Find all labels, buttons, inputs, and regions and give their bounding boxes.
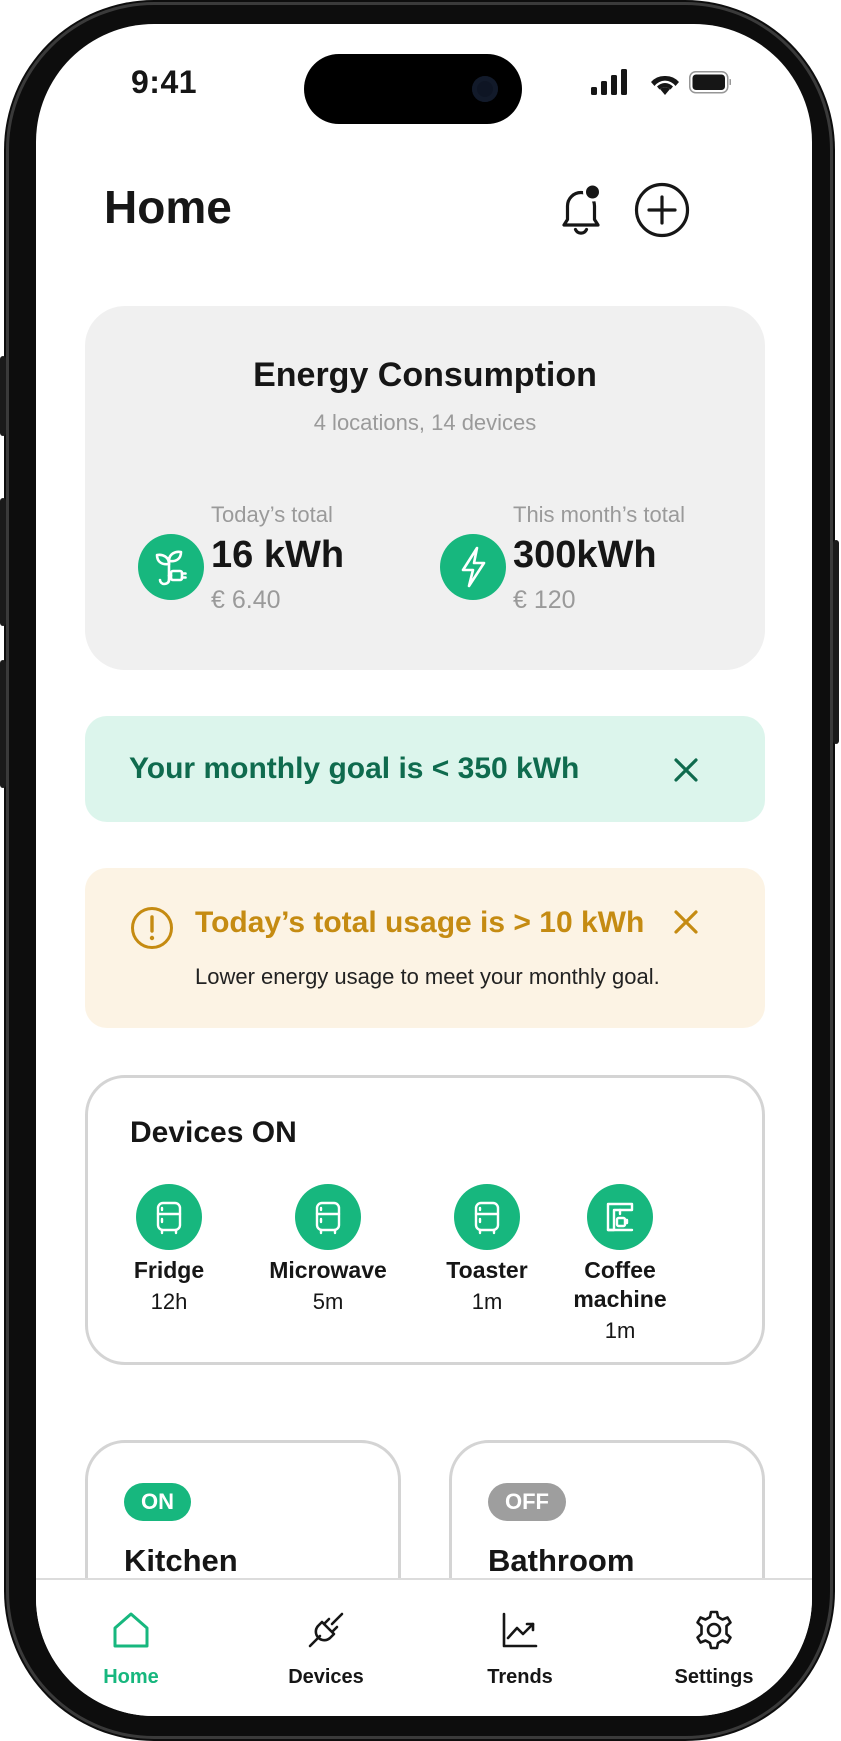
devices-on-title: Devices ON [130, 1116, 297, 1149]
chart-line-icon [502, 1612, 538, 1648]
tab-trends[interactable]: Trends [450, 1606, 590, 1689]
power-button [833, 540, 839, 744]
action-button [0, 356, 6, 436]
plus-circle-icon[interactable] [632, 180, 692, 240]
volume-down-button [0, 660, 6, 788]
device-name: Microwave [269, 1257, 387, 1283]
status-badge: ON [124, 1483, 191, 1521]
device-name: Toaster [446, 1257, 528, 1283]
device-time: 12h [150, 1289, 188, 1314]
room-name: Kitchen [124, 1543, 238, 1578]
monthly-goal-banner: Your monthly goal is < 350 kWh [85, 716, 765, 822]
tab-devices[interactable]: Devices [256, 1606, 396, 1689]
lightning-icon [440, 534, 506, 600]
device-time: 1m [604, 1318, 636, 1343]
tab-home[interactable]: Home [61, 1606, 201, 1689]
bell-with-dot-icon[interactable] [551, 180, 611, 240]
warning-title: Today’s total usage is > 10 kWh [195, 906, 645, 939]
device-item-coffee-machine[interactable]: Coffee machine 1m [558, 1184, 682, 1344]
tab-label: Trends [487, 1666, 553, 1688]
page-title: Home [104, 181, 232, 233]
device-item-toaster[interactable]: Toaster 1m [417, 1184, 557, 1315]
tab-label: Settings [674, 1666, 754, 1688]
battery-icon [689, 71, 731, 94]
screen: 9:41 Home Energy Consumption 4 locations… [36, 24, 812, 1716]
plant-plug-icon [138, 534, 204, 600]
energy-card-subtitle: 4 locations, 14 devices [313, 410, 537, 435]
month-total-cost: € 120 [513, 586, 576, 614]
tab-label: Home [103, 1666, 159, 1688]
devices-on-card: Devices ON Fridge 12h Microwave 5m Toast… [85, 1075, 765, 1365]
device-time: 5m [312, 1289, 344, 1314]
energy-consumption-card[interactable]: Energy Consumption 4 locations, 14 devic… [85, 306, 765, 670]
room-name: Bathroom [488, 1543, 635, 1578]
close-icon[interactable] [673, 757, 699, 783]
energy-card-title: Energy Consumption [253, 356, 597, 394]
month-total-label: This month’s total [513, 502, 686, 527]
status-icons [591, 69, 731, 95]
coffee-machine-icon [587, 1184, 653, 1250]
tab-bar: Home Devices Trends Settings [36, 1578, 812, 1716]
device-time: 1m [471, 1289, 503, 1314]
phone-frame: 9:41 Home Energy Consumption 4 locations… [0, 0, 839, 1741]
month-total-value: 300kWh [513, 534, 657, 576]
fridge-icon [295, 1184, 361, 1250]
fridge-icon [136, 1184, 202, 1250]
today-total-cost: € 6.40 [211, 586, 281, 614]
plug-icon [308, 1612, 344, 1648]
wifi-icon [651, 75, 679, 95]
volume-up-button [0, 498, 6, 626]
today-total-label: Today’s total [211, 502, 333, 527]
home-icon [113, 1612, 149, 1648]
alert-circle-icon [131, 907, 173, 949]
status-badge: OFF [488, 1483, 566, 1521]
cellular-signal-icon [591, 69, 627, 95]
status-time: 9:41 [131, 64, 198, 100]
tab-settings[interactable]: Settings [644, 1606, 784, 1689]
usage-warning-banner: Today’s total usage is > 10 kWh Lower en… [85, 868, 765, 1028]
camera-icon [472, 76, 498, 102]
close-icon[interactable] [673, 909, 699, 935]
goal-text: Your monthly goal is < 350 kWh [129, 752, 580, 785]
device-item-microwave[interactable]: Microwave 5m [258, 1184, 398, 1315]
fridge-icon [454, 1184, 520, 1250]
device-name: Coffee machine [573, 1257, 667, 1312]
device-item-fridge[interactable]: Fridge 12h [99, 1184, 239, 1315]
today-total-value: 16 kWh [211, 534, 345, 576]
gear-icon [696, 1610, 732, 1650]
device-name: Fridge [133, 1257, 205, 1283]
warning-message: Lower energy usage to meet your monthly … [195, 964, 660, 989]
tab-label: Devices [288, 1666, 364, 1688]
dynamic-island [304, 54, 522, 124]
